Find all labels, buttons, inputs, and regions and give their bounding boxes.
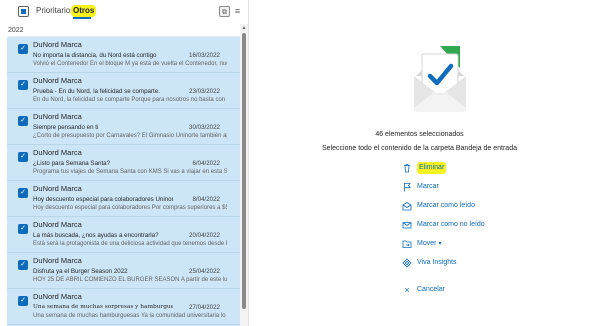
checkbox-checked-icon[interactable]: ✓ bbox=[18, 260, 28, 270]
preview-text: Hoy descuento especial para colaboradore… bbox=[33, 205, 227, 211]
selection-panel: 46 elementos seleccionados Seleccione to… bbox=[250, 0, 589, 326]
received-date: 6/04/2022 bbox=[192, 160, 220, 167]
preview-text: En du Nord, la felicidad se comparte Por… bbox=[33, 97, 227, 103]
viva-insights-icon bbox=[402, 258, 412, 268]
list-item[interactable]: ✓ DuNord Marca ¿Listo para Semana Santa?… bbox=[7, 145, 240, 181]
envelope-check-icon bbox=[414, 46, 466, 112]
preview-text: ¿Corto de presupuesto por Carnavales? El… bbox=[33, 133, 227, 139]
checkbox-checked-icon[interactable]: ✓ bbox=[18, 224, 28, 234]
checkbox-checked-icon[interactable]: ✓ bbox=[18, 296, 28, 306]
tab-focused[interactable]: Prioritarios bbox=[36, 5, 74, 17]
group-header: 2022 bbox=[8, 24, 240, 37]
filter-icon[interactable]: ≡ bbox=[232, 6, 243, 17]
list-scrollbar[interactable]: ▲ bbox=[240, 24, 248, 326]
received-date: 27/04/2022 bbox=[189, 304, 220, 311]
sender-name: DuNord Marca bbox=[33, 40, 82, 49]
move-label: Mover ▾ bbox=[417, 240, 442, 247]
subject: ¿Listo para Semana Santa? bbox=[33, 160, 111, 167]
preview-text: Programa tus viajes de Semana Santa con … bbox=[33, 169, 227, 175]
sender-name: DuNord Marca bbox=[33, 76, 82, 85]
subject: Disfruta ya el Burger Season 2022 bbox=[33, 268, 128, 275]
list-item[interactable]: ✓ DuNord Marca Una semana de muchas sorp… bbox=[7, 289, 240, 325]
chevron-down-icon: ▾ bbox=[438, 241, 442, 247]
received-date: 8/04/2022 bbox=[192, 196, 220, 203]
subject: Hoy descuento especial para colaboradore… bbox=[33, 196, 173, 203]
trash-icon bbox=[404, 164, 410, 173]
received-date: 16/03/2022 bbox=[189, 52, 220, 59]
tab-other[interactable]: Otros bbox=[71, 5, 97, 17]
checkbox-checked-icon[interactable]: ✓ bbox=[18, 80, 28, 90]
mark-read-label: Marcar como leído bbox=[417, 202, 475, 209]
folder-move-icon bbox=[402, 240, 412, 248]
flag-label: Marcar bbox=[417, 183, 439, 190]
sender-name: DuNord Marca bbox=[33, 256, 82, 265]
subject: Una semana de muchas sorpresas y hamburg… bbox=[33, 304, 173, 310]
list-item[interactable]: ✓ DuNord Marca La más buscada, ¿nos ayud… bbox=[7, 217, 240, 253]
sender-name: DuNord Marca bbox=[33, 148, 82, 157]
preview-text: Una semana de muchas hamburguesas Ya la … bbox=[33, 313, 227, 319]
delete-label: Eliminar bbox=[417, 162, 447, 174]
preview-text: Volvió el Contenedor En el bloque M ya e… bbox=[33, 61, 227, 67]
cancel-label: Cancelar bbox=[417, 286, 446, 293]
outlook-window: Prioritarios Otros ⧉ ≡ 2022 ✓ DuNord Mar… bbox=[0, 0, 589, 326]
preview-text: HOY 25 DE ABRIL COMIENZO EL BURGER SEASO… bbox=[33, 277, 227, 283]
sender-name: DuNord Marca bbox=[33, 220, 82, 229]
select-all-checkbox-icon[interactable] bbox=[18, 6, 29, 17]
subject: Siempre pensando en ti bbox=[33, 124, 99, 131]
copy-icon[interactable]: ⧉ bbox=[219, 6, 230, 17]
message-list: ✓ DuNord Marca No importa la distancia, … bbox=[7, 37, 240, 326]
preview-text: Está será la protagonista de una delicio… bbox=[33, 241, 227, 247]
checkbox-checked-icon[interactable]: ✓ bbox=[18, 116, 28, 126]
list-item[interactable]: ✓ DuNord Marca Hoy descuento especial pa… bbox=[7, 181, 240, 217]
list-item[interactable]: ✓ DuNord Marca Prueba - En du Nord, la f… bbox=[7, 73, 240, 109]
checkbox-checked-icon[interactable]: ✓ bbox=[18, 152, 28, 162]
mark-unread-label: Marcar como no leído bbox=[417, 221, 485, 228]
message-list-pane: Prioritarios Otros ⧉ ≡ 2022 ✓ DuNord Mar… bbox=[0, 0, 249, 326]
message-list-toolbar: Prioritarios Otros ⧉ ≡ bbox=[0, 0, 249, 24]
envelope-icon bbox=[402, 222, 412, 229]
envelope-open-icon bbox=[402, 202, 412, 211]
subject: No importa la distancia, du Nord está co… bbox=[33, 52, 157, 59]
received-date: 25/04/2022 bbox=[189, 268, 220, 275]
sender-name: DuNord Marca bbox=[33, 112, 82, 121]
sender-name: DuNord Marca bbox=[33, 292, 82, 301]
viva-insights-label: Viva Insights bbox=[417, 259, 457, 266]
received-date: 20/04/2022 bbox=[189, 232, 220, 239]
list-item[interactable]: ✓ DuNord Marca Siempre pensando en ti 30… bbox=[7, 109, 240, 145]
list-item[interactable]: ✓ DuNord Marca No importa la distancia, … bbox=[7, 37, 240, 73]
select-all-folder-link[interactable]: Seleccione todo el contenido de la carpe… bbox=[250, 144, 589, 154]
selected-count: 46 elementos seleccionados bbox=[375, 131, 464, 138]
flag-icon bbox=[404, 183, 411, 192]
list-item[interactable]: ✓ DuNord Marca Disfruta ya el Burger Sea… bbox=[7, 253, 240, 289]
scroll-up-arrow-icon[interactable]: ▲ bbox=[240, 24, 248, 32]
received-date: 23/03/2022 bbox=[189, 88, 220, 95]
checkbox-checked-icon[interactable]: ✓ bbox=[18, 44, 28, 54]
sender-name: DuNord Marca bbox=[33, 184, 82, 193]
checkbox-checked-icon[interactable]: ✓ bbox=[18, 188, 28, 198]
scroll-thumb[interactable] bbox=[242, 33, 246, 309]
close-icon: × bbox=[404, 285, 410, 295]
received-date: 30/03/2022 bbox=[189, 124, 220, 131]
active-tab-indicator bbox=[73, 17, 91, 19]
subject: Prueba - En du Nord, la felicidad se com… bbox=[33, 88, 160, 95]
subject: La más buscada, ¿nos ayudas a encontrarl… bbox=[33, 232, 159, 239]
